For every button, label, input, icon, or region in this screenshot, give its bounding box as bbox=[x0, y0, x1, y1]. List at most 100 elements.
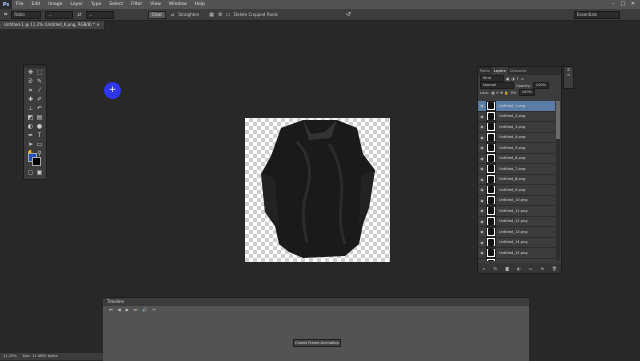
zoom-level[interactable]: 11.25% bbox=[3, 353, 17, 360]
kind-filter-select[interactable]: Kind bbox=[480, 75, 504, 82]
visibility-eye-icon[interactable]: ◉ bbox=[478, 198, 486, 203]
straighten-label[interactable]: Straighten bbox=[178, 12, 199, 17]
folder-icon[interactable]: ▭ bbox=[529, 266, 533, 271]
document-canvas[interactable] bbox=[245, 118, 390, 262]
menu-layer[interactable]: Layer bbox=[66, 2, 87, 7]
background-color-swatch[interactable] bbox=[32, 157, 41, 166]
visibility-eye-icon[interactable]: ◉ bbox=[478, 177, 486, 182]
overlay-grid-icon[interactable]: ▦ bbox=[209, 12, 214, 18]
layer-row[interactable]: ◉Untitled_4.png bbox=[478, 133, 555, 144]
layer-row[interactable]: ◉Untitled_10.png bbox=[478, 196, 555, 207]
path-select-tool-icon[interactable]: ➤ bbox=[26, 141, 35, 149]
shape-tool-icon[interactable]: ▭ bbox=[35, 141, 44, 149]
layer-row[interactable]: ◉Untitled_16.png bbox=[478, 259, 555, 262]
stamp-tool-icon[interactable]: ⊥ bbox=[26, 105, 35, 113]
history-brush-tool-icon[interactable]: ↶ bbox=[35, 105, 44, 113]
menu-file[interactable]: File bbox=[12, 2, 28, 7]
close-tab-icon[interactable]: ✕ bbox=[96, 22, 99, 27]
visibility-eye-icon[interactable]: ◉ bbox=[478, 156, 486, 161]
visibility-eye-icon[interactable]: ◉ bbox=[478, 250, 486, 255]
tab-layers[interactable]: Layers bbox=[492, 67, 508, 75]
filter-shape-icon[interactable]: ▭ bbox=[521, 77, 524, 81]
layer-row[interactable]: ◉Untitled_5.png bbox=[478, 143, 555, 154]
crop-tool-icon[interactable]: ⌗ bbox=[26, 87, 35, 95]
clear-button[interactable]: Clear bbox=[148, 11, 166, 19]
properties-panel-icon[interactable]: ≡ bbox=[564, 72, 573, 77]
move-tool-icon[interactable]: ✥ bbox=[26, 69, 35, 77]
menu-type[interactable]: Type bbox=[87, 2, 105, 7]
filter-pixel-icon[interactable]: ▣ bbox=[506, 77, 509, 81]
new-layer-icon[interactable]: ⊞ bbox=[540, 266, 543, 271]
mask-icon[interactable]: ◙ bbox=[505, 266, 509, 271]
delete-cropped-checkbox[interactable]: ☐ bbox=[226, 12, 230, 17]
first-frame-icon[interactable]: ⏮ bbox=[109, 306, 113, 314]
crop-tool-icon[interactable]: ⌗ bbox=[4, 11, 7, 19]
gradient-tool-icon[interactable]: ▤ bbox=[35, 114, 44, 122]
reset-icon[interactable]: ↺ bbox=[346, 11, 351, 18]
layer-row[interactable]: ◉Untitled_2.png bbox=[478, 112, 555, 123]
blur-tool-icon[interactable]: ◐ bbox=[26, 123, 35, 131]
type-tool-icon[interactable]: T bbox=[35, 132, 44, 140]
layer-row[interactable]: ◉Untitled_7.png bbox=[478, 164, 555, 175]
audio-icon[interactable]: 🔊 bbox=[142, 306, 147, 314]
maximize-button[interactable]: □ bbox=[619, 1, 627, 8]
visibility-eye-icon[interactable]: ◉ bbox=[478, 135, 486, 140]
visibility-eye-icon[interactable]: ◉ bbox=[478, 145, 486, 150]
layers-scrollbar[interactable] bbox=[556, 101, 560, 261]
lasso-tool-icon[interactable]: ᘐ bbox=[26, 78, 35, 86]
menu-view[interactable]: View bbox=[146, 2, 165, 7]
quick-select-tool-icon[interactable]: ✎ bbox=[35, 78, 44, 86]
eyedropper-tool-icon[interactable]: ⁄ bbox=[35, 87, 44, 95]
menu-image[interactable]: Image bbox=[44, 2, 66, 7]
visibility-eye-icon[interactable]: ◉ bbox=[478, 166, 486, 171]
layer-row[interactable]: ◉Untitled_3.png bbox=[478, 122, 555, 133]
blend-mode-select[interactable]: Normal bbox=[480, 82, 514, 89]
workspace-select[interactable]: Essentials bbox=[574, 11, 620, 19]
split-icon[interactable]: ✂ bbox=[152, 306, 155, 314]
document-tab[interactable]: Untitled-1 @ 11.2% (Untitled_6.png, RGB/… bbox=[0, 21, 105, 29]
layer-row[interactable]: ◉Untitled_14.png bbox=[478, 238, 555, 249]
tab-paths[interactable]: Paths bbox=[478, 67, 492, 75]
screen-mode-icon[interactable]: ▣ bbox=[35, 169, 44, 177]
opacity-field[interactable]: 100% bbox=[533, 82, 549, 89]
menu-edit[interactable]: Edit bbox=[28, 2, 45, 7]
layer-row[interactable]: ◉Untitled_8.png bbox=[478, 175, 555, 186]
visibility-eye-icon[interactable]: ◉ bbox=[478, 208, 486, 213]
visibility-eye-icon[interactable]: ◉ bbox=[478, 219, 486, 224]
settings-gear-icon[interactable]: ⚙ bbox=[218, 12, 222, 18]
menu-window[interactable]: Window bbox=[165, 2, 191, 7]
filter-adjust-icon[interactable]: ◑ bbox=[511, 77, 514, 81]
visibility-eye-icon[interactable]: ◉ bbox=[478, 114, 486, 119]
play-icon[interactable]: ▶ bbox=[126, 306, 129, 314]
layer-row[interactable]: ◉Untitled_11.png bbox=[478, 206, 555, 217]
straighten-icon[interactable]: ⊿ bbox=[170, 12, 174, 18]
visibility-eye-icon[interactable]: ◉ bbox=[478, 124, 486, 129]
close-button[interactable]: ✕ bbox=[629, 1, 637, 8]
next-frame-icon[interactable]: ⏭ bbox=[134, 306, 138, 314]
adjustment-icon[interactable]: ◐ bbox=[517, 266, 521, 271]
create-frame-animation-button[interactable]: Create Frame Animation bbox=[293, 339, 341, 347]
visibility-eye-icon[interactable]: ◉ bbox=[478, 240, 486, 245]
quick-mask-icon[interactable]: ◻ bbox=[26, 169, 35, 177]
layer-row[interactable]: ◉Untitled_13.png bbox=[478, 227, 555, 238]
fill-field[interactable]: 100% bbox=[519, 89, 535, 96]
layer-row[interactable]: ◉Untitled_6.png bbox=[478, 154, 555, 165]
layer-row[interactable]: ◉Untitled_12.png bbox=[478, 217, 555, 228]
menu-filter[interactable]: Filter bbox=[127, 2, 146, 7]
link-icon[interactable]: ∞ bbox=[482, 266, 485, 271]
brush-tool-icon[interactable]: ✐ bbox=[35, 96, 44, 104]
height-field[interactable]: ... bbox=[86, 11, 114, 19]
menu-select[interactable]: Select bbox=[105, 2, 127, 7]
fx-icon[interactable]: fx bbox=[493, 266, 497, 271]
prev-frame-icon[interactable]: ◀ bbox=[118, 306, 121, 314]
pen-tool-icon[interactable]: ✒ bbox=[26, 132, 35, 140]
visibility-eye-icon[interactable]: ◉ bbox=[478, 229, 486, 234]
eraser-tool-icon[interactable]: ◩ bbox=[26, 114, 35, 122]
visibility-eye-icon[interactable]: ◉ bbox=[478, 187, 486, 192]
dodge-tool-icon[interactable]: ● bbox=[35, 123, 44, 131]
doc-info[interactable]: Doc: 11.4M/0 bytes bbox=[23, 353, 58, 360]
trash-icon[interactable]: 🗑 bbox=[552, 266, 557, 271]
marquee-tool-icon[interactable]: ⬚ bbox=[35, 69, 44, 77]
ratio-select[interactable]: Ratio bbox=[11, 11, 41, 19]
visibility-eye-icon[interactable]: ◉ bbox=[478, 103, 486, 108]
